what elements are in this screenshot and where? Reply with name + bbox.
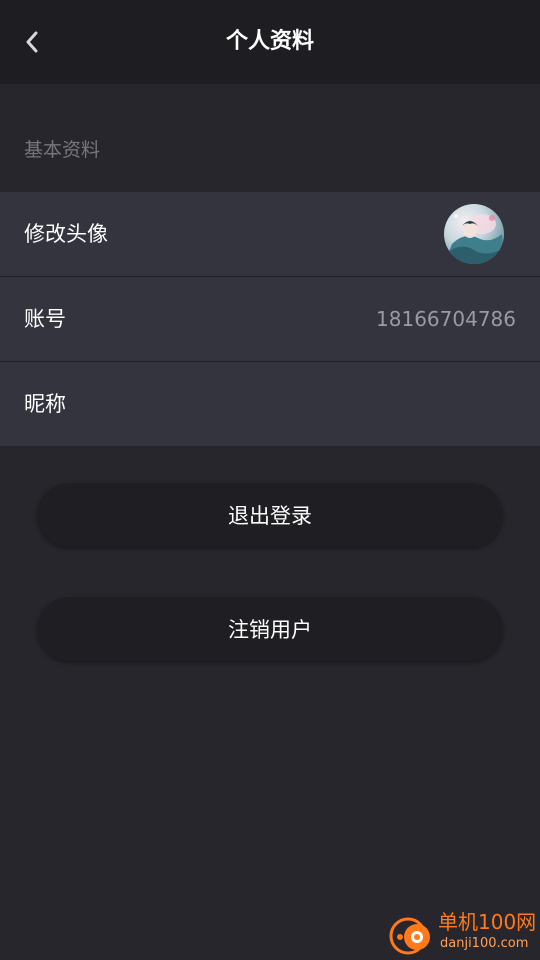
account-label: 账号 — [24, 307, 66, 331]
avatar-image — [444, 204, 504, 264]
avatar[interactable] — [444, 204, 504, 264]
watermark-text: 单机100网 — [438, 910, 537, 934]
watermark: 单机100网 danji100.com — [380, 904, 540, 960]
profile-screen: 个人资料 基本资料 修改头像 账号 18166704786 昵称 退出登录 注销… — [0, 0, 540, 960]
change-avatar-label: 修改头像 — [24, 222, 108, 246]
change-avatar-row[interactable]: 修改头像 — [0, 192, 540, 276]
watermark-logo-icon — [389, 917, 430, 955]
section-label-basic-info: 基本资料 — [24, 139, 101, 161]
nickname-row[interactable]: 昵称 — [0, 362, 540, 446]
account-value: 18166704786 — [376, 307, 516, 331]
nickname-label: 昵称 — [24, 392, 66, 416]
watermark-url: danji100.com — [440, 936, 529, 951]
account-row[interactable]: 账号 18166704786 — [0, 277, 540, 361]
deregister-button[interactable]: 注销用户 — [37, 597, 503, 661]
top-bar: 个人资料 — [0, 0, 540, 84]
page-title: 个人资料 — [225, 29, 314, 54]
logout-button[interactable]: 退出登录 — [37, 483, 503, 547]
